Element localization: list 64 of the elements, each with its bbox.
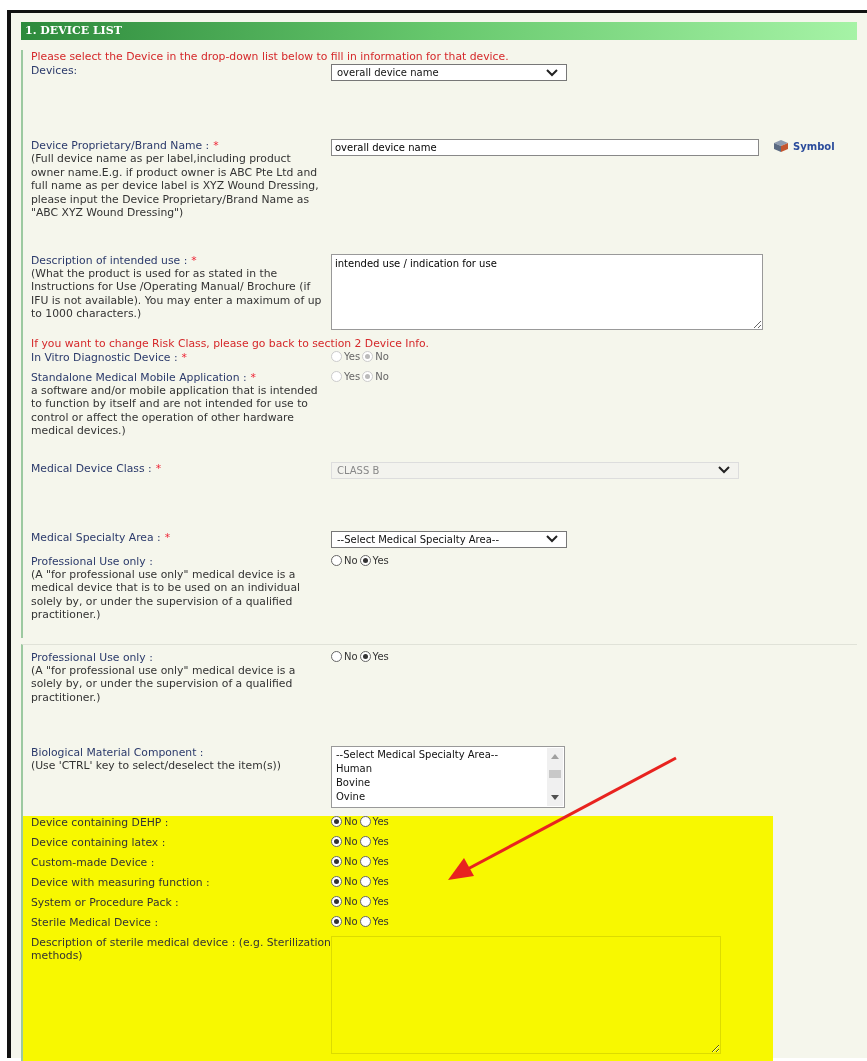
field-label: Standalone Medical Mobile Application : (31, 370, 247, 384)
list-item[interactable]: Human (336, 762, 547, 776)
list-item[interactable]: Ovine (336, 790, 547, 804)
dropdown[interactable]: overall device name (331, 64, 567, 81)
radio-option[interactable]: Yes (359, 650, 389, 662)
radio-option[interactable]: Yes (359, 836, 389, 847)
list-item[interactable]: Bovine (336, 776, 547, 790)
chevron-icon (546, 535, 558, 543)
radio-option[interactable]: No (331, 836, 358, 847)
required-mark: * (164, 530, 171, 544)
field-label: In Vitro Diagnostic Device : (31, 350, 178, 364)
cube-icon (773, 139, 789, 153)
radio-option[interactable]: Yes (359, 896, 389, 907)
required-mark: * (181, 350, 187, 364)
field-hint: (A "for professional use only" medical device is a medical device that is to be used on an individual solely by, or under the supervision of a qualified practitioner.) (31, 567, 302, 622)
field-label: Custom-made Device : (31, 856, 155, 869)
radio-option[interactable]: No (331, 896, 358, 907)
field-label: Device containing DEHP : (31, 816, 169, 829)
radio-option[interactable]: Yes (359, 856, 389, 867)
field-label: Sterile Medical Device : (31, 916, 159, 929)
radio-option[interactable]: Yes (359, 916, 389, 927)
field-label: Description of intended use : (31, 253, 188, 267)
radio-option[interactable]: No (331, 816, 358, 827)
radio-option[interactable]: No (331, 916, 358, 927)
field-hint: (What the product is used for as stated in the Instructions for Use /Operating Manual/ Brochure (if IFU is not available). You may enter a maximum of up to 1000 characters.) (31, 266, 323, 321)
list-box[interactable]: --Select Medical Specialty Area-- Human Bovine Ovine (331, 746, 565, 808)
list-item[interactable]: --Select Medical Specialty Area-- (336, 748, 547, 762)
field-label: Devices: (31, 64, 78, 77)
radio-option[interactable]: No (331, 856, 358, 867)
radio-option[interactable]: Yes (359, 554, 389, 566)
field-label: Medical Device Class : (31, 461, 152, 475)
dropdown[interactable]: --Select Medical Specialty Area-- (331, 530, 567, 548)
required-mark: * (191, 253, 197, 267)
field-hint: (Full device name as per label,including product owner name.E.g. if product owner is ABC Pte Ltd and full name as per device label is XYZ Wound Dressing, please input the Device Proprietary/Brand Name as "ABC XYZ Wound Dressing") (31, 152, 320, 220)
text-area[interactable]: intended use / indication for use (331, 253, 763, 330)
field-hint: (Use 'CTRL' key to select/deselect the item(s)) (31, 759, 282, 773)
field-label: Device Proprietary/Brand Name : (31, 139, 210, 152)
required-mark: * (213, 139, 219, 152)
field-label: Professional Use only : (31, 650, 153, 664)
field-label: System or Procedure Pack : (31, 896, 179, 909)
input-field[interactable]: overall device name (331, 139, 759, 156)
radio-option[interactable]: No (331, 876, 358, 887)
notice-text: Please select the Device in the drop-down list below to fill in information for that device. (31, 50, 509, 63)
symbol-link[interactable]: Symbol (773, 139, 835, 153)
text-area[interactable] (331, 936, 721, 1054)
notice-text: If you want to change Risk Class, please go back to section 2 Device Info. (31, 336, 429, 350)
chevron-icon (718, 466, 730, 474)
scrollbar-drawing (547, 748, 563, 806)
field-label: Device containing latex : (31, 836, 166, 849)
section-header: 1. DEVICE LIST (21, 22, 857, 40)
radio-option[interactable]: Yes (359, 876, 389, 887)
chevron-icon (546, 68, 558, 77)
field-hint: (A "for professional use only" medical device is a solely by, or under the supervision of a qualified practitioner.) (31, 663, 297, 704)
field-label: Medical Specialty Area : (31, 530, 161, 544)
field-hint: a software and/or mobile application that is intended to function by itself and are not intended for use to control or affect the operation of other hardware medical devices.) (31, 383, 319, 438)
required-mark: * (155, 461, 162, 475)
field-label: Description of sterile medical device : (e.g. Sterilization methods) (31, 936, 331, 962)
field-label: Device with measuring function : (31, 876, 210, 889)
radio-option[interactable]: No (331, 650, 358, 662)
required-mark: * (250, 370, 256, 384)
field-label: Professional Use only : (31, 554, 153, 568)
radio-option[interactable]: Yes (359, 816, 389, 827)
radio-option[interactable]: No (331, 554, 358, 566)
field-label: Biological Material Component : (31, 746, 204, 759)
